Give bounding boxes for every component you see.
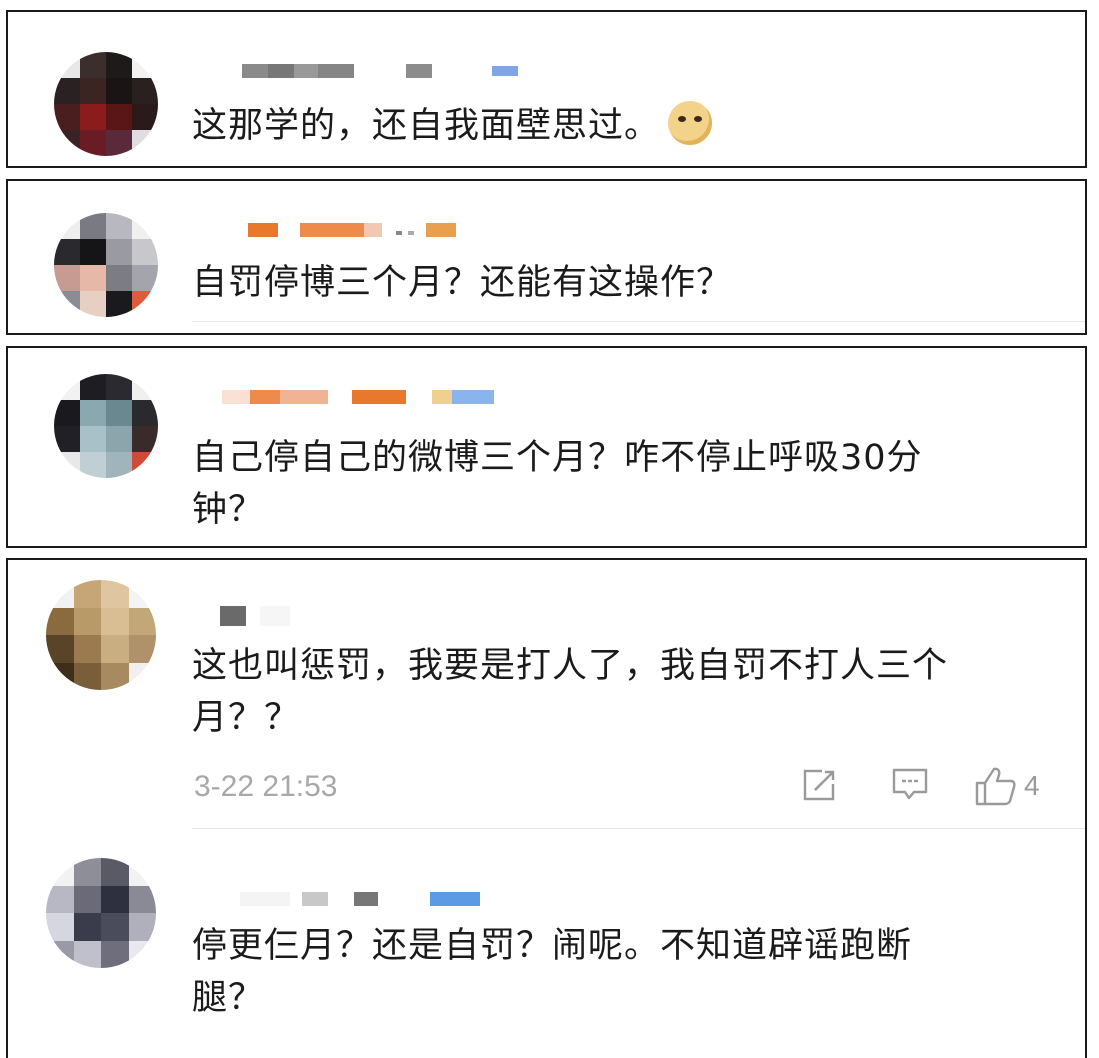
comment-button[interactable] [890,765,930,807]
comment-card-4: 这也叫惩罚，我要是打人了，我自罚不打人三个 月？？ 3-22 21:53 4 停… [6,558,1087,1058]
comment-text: 这那学的，还自我面壁思过。 [192,100,1025,152]
share-button[interactable] [802,765,840,807]
comment-card-2: 自罚停博三个月？还能有这操作？ [6,179,1087,335]
comment-text: 自罚停博三个月？还能有这操作？ [192,263,733,303]
avatar[interactable] [54,52,158,156]
avatar[interactable] [54,213,158,317]
comment-text: 停更仨月？还是自罚？闹呢。不知道辟谣跑断 腿？ [192,926,913,1018]
username-redacted[interactable] [220,606,300,626]
comment-timestamp: 3-22 21:53 [194,770,338,803]
thumbs-up-icon [975,767,1016,806]
like-count: 4 [1024,770,1040,801]
username-redacted[interactable] [242,64,542,80]
comment-text: 自己停自己的微博三个月？咋不停止呼吸30分 钟？ [192,438,923,530]
divider [192,321,1085,322]
avatar[interactable] [54,374,158,478]
username-redacted[interactable] [248,223,508,239]
share-icon [803,766,839,801]
like-button[interactable]: 4 [974,765,1040,807]
username-redacted[interactable] [240,892,520,908]
avatar[interactable] [46,580,156,690]
divider [192,828,1085,829]
avatar[interactable] [46,858,156,968]
comment-icon [892,768,928,800]
username-redacted[interactable] [222,390,522,406]
comment-card-3: 自己停自己的微博三个月？咋不停止呼吸30分 钟？ [6,346,1087,548]
doge-emoji-icon [668,101,713,145]
comment-text: 这也叫惩罚，我要是打人了，我自罚不打人三个 月？？ [192,646,949,738]
comment-card-1: 这那学的，还自我面壁思过。 [6,10,1087,168]
